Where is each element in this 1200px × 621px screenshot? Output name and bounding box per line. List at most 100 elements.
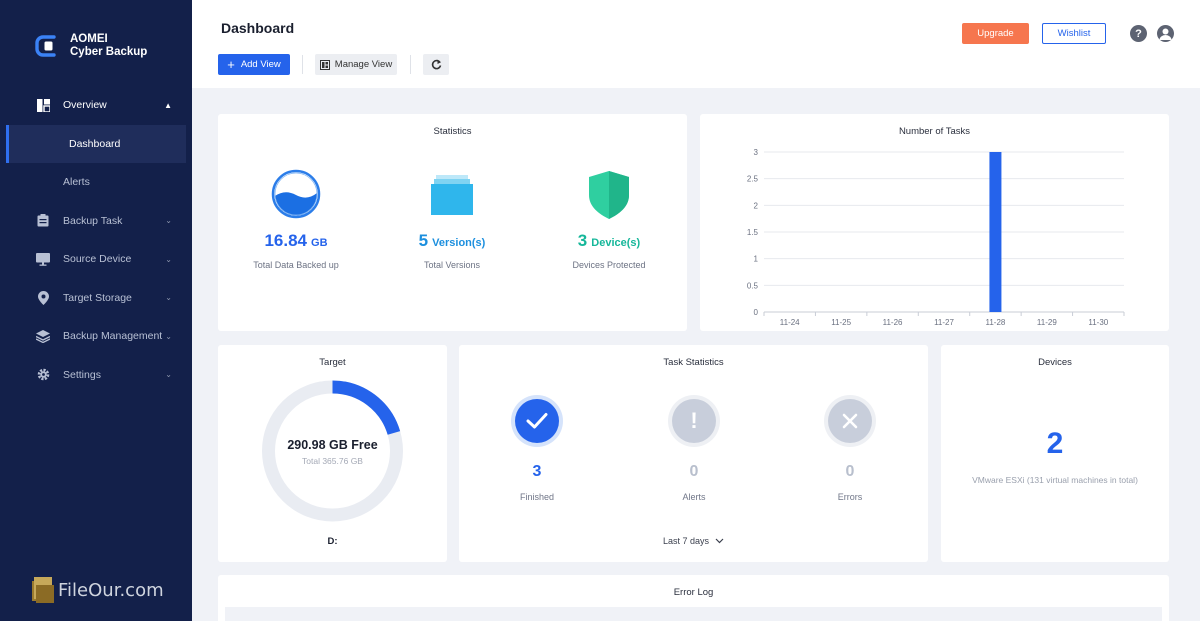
help-icon[interactable]: ? — [1130, 25, 1147, 42]
tasks-chart-card: Number of Tasks 0 0.5 1 1.5 2 2.5 3 11-24 11-25 1… — [700, 114, 1169, 331]
chevron-down-icon: ⌄ — [165, 293, 172, 303]
chevron-down-icon: ⌄ — [165, 216, 172, 226]
x-tick-label: 11-25 — [831, 318, 851, 327]
devices-card: Devices 2 VMware ESXi (131 virtual machi… — [941, 345, 1169, 562]
data-value: 16.84 — [264, 231, 308, 250]
sidebar-item-label: Alerts — [63, 176, 90, 189]
error-log-title: Error Log — [673, 587, 714, 598]
sidebar-item-backup-management[interactable]: Backup Management ⌄ — [0, 317, 192, 356]
stat-errors: 0 Errors — [810, 395, 890, 502]
x-tick-label: 11-28 — [985, 318, 1005, 327]
x-tick-label: 11-29 — [1037, 318, 1057, 327]
sidebar-item-label: Backup Management — [63, 330, 163, 343]
x-tick-label: 11-30 — [1088, 318, 1108, 327]
data-unit: GB — [311, 237, 328, 249]
error-log-card: Error Log — [218, 575, 1169, 621]
sidebar-nav: Overview ▲ Dashboard Alerts Backup Task … — [0, 86, 192, 394]
alerts-label: Alerts — [682, 492, 706, 502]
period-dropdown[interactable]: Last 7 days — [459, 536, 928, 546]
task-statistics-title: Task Statistics — [663, 357, 724, 368]
finished-count: 3 — [532, 463, 542, 480]
errors-label: Errors — [837, 492, 863, 502]
statistics-title: Statistics — [433, 126, 472, 137]
refresh-button[interactable] — [423, 54, 449, 75]
target-card: Target 290.98 GB Free Total 365.76 GB D: — [218, 345, 447, 562]
devices-value: 3 — [577, 231, 588, 250]
plus-icon: + — [227, 57, 235, 72]
stat-versions: 5 Version(s) Total Versions — [382, 169, 522, 270]
period-label: Last 7 days — [662, 536, 710, 546]
sidebar-item-target-storage[interactable]: Target Storage ⌄ — [0, 279, 192, 318]
top-header: Dashboard + Add View Manage View Upgrade… — [192, 0, 1200, 88]
task-statistics-card: Task Statistics 3 Finished ! 0 Alerts 0 … — [459, 345, 928, 562]
upgrade-button[interactable]: Upgrade — [962, 23, 1029, 44]
drive-label: D: — [327, 536, 338, 547]
donut-used-arc — [332, 380, 401, 436]
manage-view-button[interactable]: Manage View — [315, 54, 397, 75]
y-tick-label: 1.5 — [747, 228, 759, 237]
monitor-icon — [36, 252, 50, 266]
user-avatar-icon[interactable] — [1157, 25, 1174, 42]
stat-finished: 3 Finished — [497, 395, 577, 502]
free-space-text: 290.98 GB Free — [287, 438, 378, 452]
manage-view-label: Manage View — [334, 59, 393, 70]
y-tick-label: 2 — [754, 201, 759, 210]
devices-description: VMware ESXi (131 virtual machines in tot… — [972, 475, 1138, 485]
add-view-button[interactable]: + Add View — [218, 54, 290, 75]
error-circle-icon — [824, 395, 876, 447]
error-log-table-header — [225, 607, 1162, 621]
alert-circle-icon: ! — [668, 395, 720, 447]
sidebar-item-label: Overview — [63, 99, 107, 112]
chevron-down-icon: ⌄ — [165, 331, 172, 341]
finished-label: Finished — [519, 492, 555, 502]
bar — [989, 152, 1002, 312]
refresh-icon — [431, 59, 442, 70]
x-tick-label: 11-26 — [883, 318, 903, 327]
data-label: Total Data Backed up — [253, 260, 339, 270]
folder-stack-icon — [382, 169, 522, 227]
logo: AOMEI Cyber Backup — [34, 33, 147, 59]
versions-value: 5 — [418, 231, 429, 250]
x-tick-label: 11-24 — [780, 318, 800, 327]
statistics-card: Statistics 16.84 GB Total Data Backed up … — [218, 114, 687, 331]
versions-label: Total Versions — [423, 260, 481, 270]
tasks-bar-chart: 0 0.5 1 1.5 2 2.5 3 11-24 11-25 11-26 11-27 11-28 11… — [747, 148, 1125, 327]
y-tick-label: 1 — [754, 255, 759, 264]
brand-line2: Cyber Backup — [70, 46, 148, 58]
sidebar-item-label: Backup Task — [63, 214, 123, 227]
total-space-text: Total 365.76 GB — [302, 456, 363, 466]
sidebar-item-settings[interactable]: Settings ⌄ — [0, 356, 192, 395]
devices-count: 2 — [1046, 427, 1064, 460]
location-pin-icon — [36, 290, 50, 305]
divider — [302, 55, 303, 74]
y-tick-label: 2.5 — [747, 175, 759, 184]
sidebar-item-dashboard[interactable]: Dashboard — [6, 124, 186, 163]
y-tick-label: 0 — [754, 308, 759, 317]
dashboard-icon — [36, 98, 50, 112]
sidebar-item-source-device[interactable]: Source Device ⌄ — [0, 240, 192, 279]
folder-icon — [32, 577, 54, 603]
chevron-down-icon: ⌄ — [165, 254, 172, 264]
clipboard-icon — [36, 214, 50, 228]
y-tick-label: 3 — [754, 148, 759, 157]
sidebar-item-backup-task[interactable]: Backup Task ⌄ — [0, 202, 192, 241]
devices-label: Devices Protected — [572, 260, 646, 270]
stat-data-backed-up: 16.84 GB Total Data Backed up — [226, 169, 366, 270]
grid-icon — [319, 59, 330, 70]
chevron-up-icon: ▲ — [164, 100, 172, 110]
check-circle-icon — [511, 395, 563, 447]
errors-count: 0 — [845, 463, 855, 480]
sidebar-item-alerts[interactable]: Alerts — [0, 163, 192, 202]
watermark-text: FileOur.com — [58, 579, 164, 601]
x-tick-label: 11-27 — [934, 318, 954, 327]
watermark: FileOur.com — [30, 575, 164, 605]
layers-icon — [36, 329, 50, 343]
shield-icon — [539, 169, 679, 227]
devices-title: Devices — [1038, 357, 1072, 368]
y-tick-label: 0.5 — [747, 281, 759, 290]
gear-icon — [36, 368, 50, 382]
wishlist-button[interactable]: Wishlist — [1042, 23, 1106, 44]
brand-line1: AOMEI — [70, 33, 108, 45]
sidebar-item-overview[interactable]: Overview ▲ — [0, 86, 192, 125]
sidebar-item-label: Target Storage — [63, 291, 132, 304]
